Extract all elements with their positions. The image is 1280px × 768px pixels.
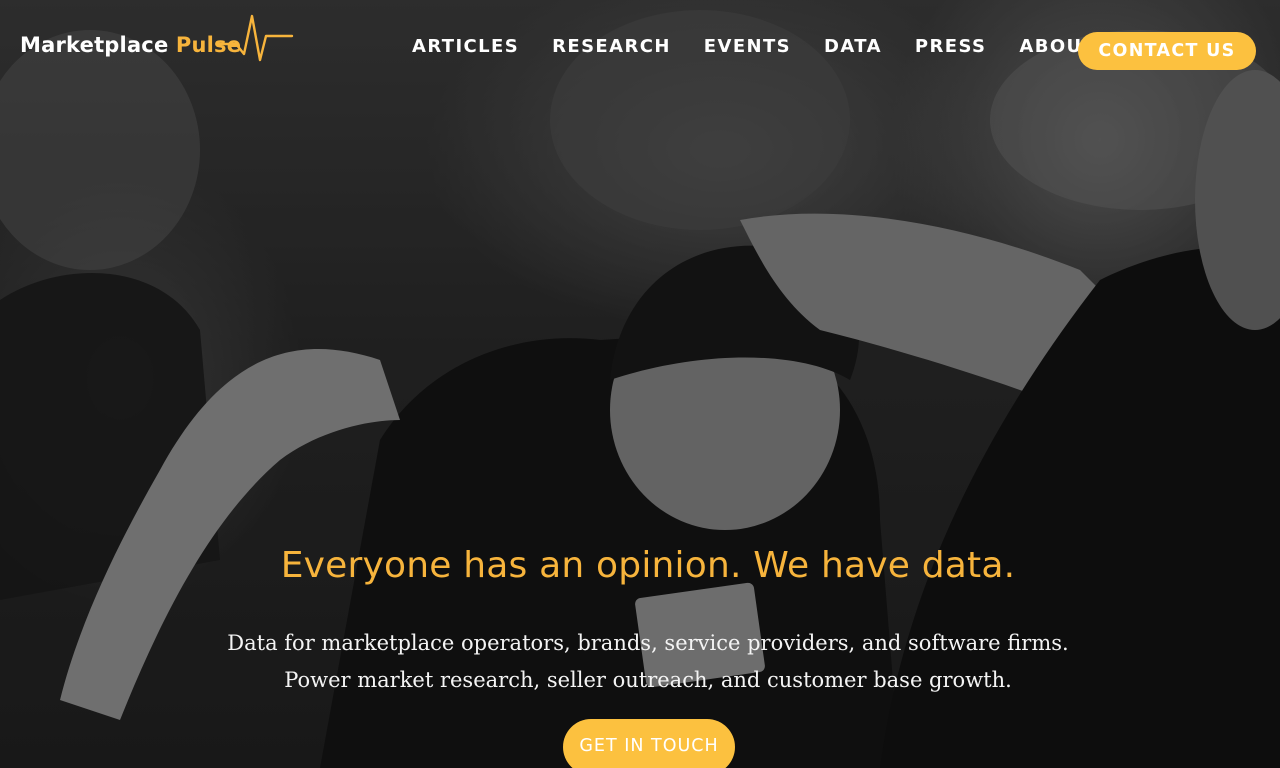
- site-logo[interactable]: Marketplace Pulse: [20, 14, 294, 68]
- nav-item-press[interactable]: PRESS: [915, 36, 986, 57]
- main-nav: ARTICLES RESEARCH EVENTS DATA PRESS ABOU…: [412, 36, 1096, 57]
- hero-headline: Everyone has an opinion. We have data.: [280, 545, 1016, 586]
- logo-text: Marketplace Pulse: [20, 33, 242, 57]
- pulse-line-icon: [216, 14, 294, 62]
- nav-item-research[interactable]: RESEARCH: [552, 36, 671, 57]
- hero-subtext: Data for marketplace operators, brands, …: [227, 631, 1069, 692]
- nav-item-articles[interactable]: ARTICLES: [412, 36, 519, 57]
- get-in-touch-button[interactable]: GET IN TOUCH: [563, 719, 735, 768]
- nav-item-events[interactable]: EVENTS: [704, 36, 791, 57]
- nav-item-data[interactable]: DATA: [824, 36, 882, 57]
- contact-us-button[interactable]: CONTACT US: [1078, 32, 1256, 70]
